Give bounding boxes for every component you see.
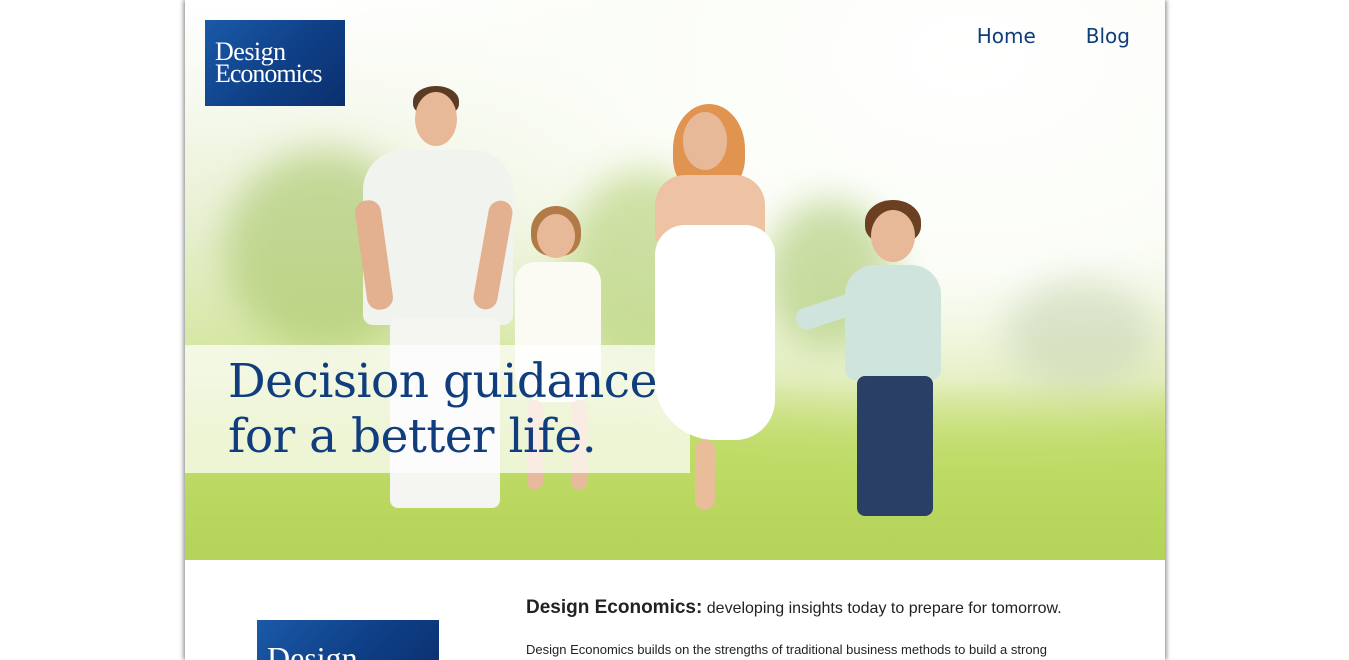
- background-trees: [1005, 280, 1155, 390]
- intro-heading-bold: Design Economics:: [526, 597, 703, 618]
- intro-logo-text: Design: [267, 640, 358, 660]
- hero-tagline: Decision guidance for a better life.: [228, 354, 657, 464]
- hero-tagline-line1: Decision guidance: [228, 354, 657, 409]
- intro-heading: Design Economics: developing insights to…: [526, 597, 1136, 620]
- site-logo[interactable]: Design Economics: [205, 20, 345, 106]
- intro-logo: Design: [257, 620, 439, 660]
- nav-blog-link[interactable]: Blog: [1086, 24, 1130, 48]
- main-nav: Home Blog: [977, 24, 1130, 48]
- tagline-panel: Decision guidance for a better life.: [185, 345, 690, 473]
- hero-tagline-line2: for a better life.: [228, 409, 597, 464]
- page-container: Decision guidance for a better life. Des…: [185, 0, 1165, 660]
- intro-body-text: Design Economics builds on the strengths…: [526, 642, 1048, 657]
- intro-heading-rest: developing insights today to prepare for…: [702, 600, 1062, 617]
- nav-home-link[interactable]: Home: [977, 24, 1036, 48]
- logo-line2: Economics: [215, 59, 323, 88]
